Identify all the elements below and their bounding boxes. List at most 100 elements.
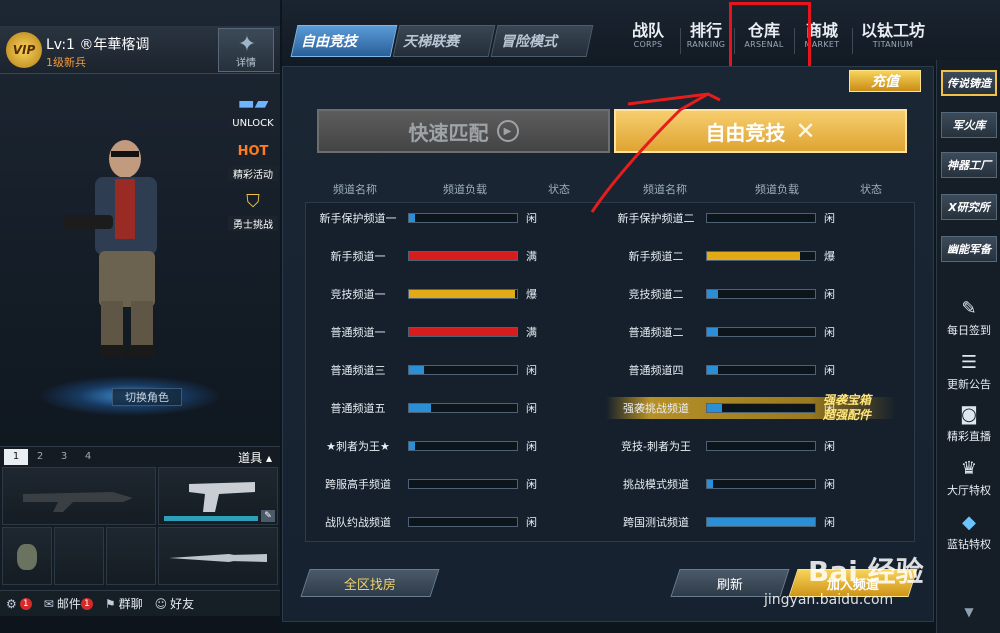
envelope-icon: ✉ [43,596,54,611]
weapon-tab-1[interactable]: 1 [4,449,28,465]
channel-row[interactable]: 普通频道三 闲 [308,359,598,381]
legend-forge-button[interactable]: 传说铸造 [941,70,997,96]
nav-corps-sub: CORPS [633,40,663,49]
chevron-down-icon[interactable]: ▼ [957,605,981,619]
channel-load-fill [707,518,815,526]
grenade-slot[interactable] [2,527,52,585]
empty-slot[interactable] [54,527,104,585]
events-promo[interactable]: HOT 精彩活动 [228,136,278,182]
channel-row[interactable]: 新手频道一 满 [308,245,598,267]
phantom-armament-button[interactable]: 幽能军备 [941,236,997,262]
tab-free-battle[interactable]: 自由竞技 [290,25,398,57]
nav-ranking[interactable]: 排行 RANKING [676,21,736,50]
left-panel: VIP Lv:1 ®年華楁调 1级新兵 ✦ 详情 切换角色 ▬▰ UNLOCK … [0,0,280,633]
unlock-promo[interactable]: ▬▰ UNLOCK [228,88,278,134]
channel-name: 竞技频道一 [330,288,386,301]
channel-name: 普通频道四 [628,364,684,377]
channel-load-bar [706,251,816,261]
switch-role-button[interactable]: 切换角色 [112,388,182,406]
weapon-panel: 1 2 3 4 道具 ▴ ✎ [0,446,280,596]
channel-status: 闲 [526,478,537,491]
channel-row[interactable]: 新手频道二 爆 [606,245,896,267]
free-battle-button[interactable]: 自由竞技 ✕ [614,109,907,153]
channel-status: 闲 [824,440,835,453]
channel-name: 新手频道一 [330,250,386,263]
player-rank: 1级新兵 [46,56,86,69]
weapon-tab-2[interactable]: 2 [28,449,52,465]
right-sidebar: 传说铸造 军火库 神器工厂 X研究所 幽能军备 ✎ 每日签到 ☰ 更新公告 ◙ 精彩直… [936,60,1000,633]
armory-button[interactable]: 军火库 [941,112,997,138]
channel-name: 新手保护频道二 [617,212,695,225]
col-header-load: 频道负载 [755,183,799,196]
settings-button[interactable]: ⚙ 1 [6,597,32,611]
unlock-label: UNLOCK [228,118,278,129]
channel-row[interactable]: 新手保护频道二 闲 [606,207,896,229]
col-header-status: 状态 [548,183,570,196]
calendar-edit-icon: ✎ [961,298,977,319]
weapon-tabs: 1 2 3 4 [4,449,100,465]
channel-load-bar [706,479,816,489]
channel-row[interactable]: ★刺者为王★ 闲 [308,435,598,457]
zone-find-room-button[interactable]: 全区找房 [300,569,440,597]
melee-weapon-slot[interactable] [158,527,278,585]
channel-row[interactable]: 战队约战频道 闲 [308,511,598,533]
channel-status: 闲 [526,402,537,415]
weapon-tab-4[interactable]: 4 [76,449,100,465]
daily-checkin-label: 每日签到 [947,324,991,337]
diamond-icon: ◆ [962,512,976,533]
channel-row[interactable]: 跨服高手频道 闲 [308,473,598,495]
watermark-url: jingyan.baidu.com [764,592,894,608]
friends-button[interactable]: ☺ 好友 [155,595,195,612]
channel-row[interactable]: 普通频道一 满 [308,321,598,343]
artifact-factory-button[interactable]: 神器工厂 [941,152,997,178]
channel-load-bar [408,213,518,223]
channel-row[interactable]: 竞技频道一 爆 [308,283,598,305]
friends-label: 好友 [170,597,195,611]
secondary-weapon-slot[interactable]: ✎ [158,467,278,525]
nav-ranking-label: 排行 [689,21,722,40]
channel-row[interactable]: 挑战模式频道 闲 [606,473,896,495]
channel-name: 战队约战频道 [325,516,391,529]
mail-button[interactable]: ✉ 邮件 1 [44,595,93,612]
warrior-challenge-promo[interactable]: ⛉ 勇士挑战 [228,186,278,232]
channel-row[interactable]: 竞技-刺者为王 闲 [606,435,896,457]
channel-load-bar [706,327,816,337]
nav-corps[interactable]: 战队 CORPS [618,22,678,50]
x-institute-button[interactable]: X研究所 [941,194,997,220]
empty-slot[interactable] [106,527,156,585]
channel-load-fill [409,290,515,298]
lobby-privilege-button[interactable]: ♛ 大厅特权 [939,456,999,506]
channel-name: 竞技频道二 [628,288,684,301]
channel-load-bar [408,365,518,375]
grenade-icon [17,544,37,570]
weapon-durability-bar [164,516,258,521]
channel-status: 闲 [824,364,835,377]
wrench-icon[interactable]: ✎ [261,510,275,522]
update-notice-label: 更新公告 [947,378,991,391]
channel-row[interactable]: 普通频道五 闲 [308,397,598,419]
primary-weapon-slot[interactable] [2,467,156,525]
group-chat-button[interactable]: ⚑ 群聊 [105,595,143,612]
channel-row[interactable]: 新手保护频道一 闲 [308,207,598,229]
channel-row[interactable]: 普通频道二 闲 [606,321,896,343]
tab-ladder-league[interactable]: 天梯联赛 [392,25,496,57]
update-notice-button[interactable]: ☰ 更新公告 [939,350,999,400]
zone-find-room-label: 全区找房 [343,577,396,593]
detail-button[interactable]: ✦ 详情 [218,28,274,72]
channel-status: 闲 [526,440,537,453]
channel-name: 跨国测试频道 [623,516,689,529]
live-stream-button[interactable]: ◙ 精彩直播 [939,402,999,452]
props-button[interactable]: 道具 ▴ [238,449,272,466]
channel-row[interactable]: 跨国测试频道 闲 [606,511,896,533]
quick-match-button[interactable]: 快速匹配 ▶ [317,109,610,153]
nav-titanium[interactable]: 以钛工坊 TITANIUM [852,22,934,50]
props-label: 道具 [238,451,263,465]
tab-adventure-mode[interactable]: 冒险模式 [490,25,594,57]
recharge-button[interactable]: 充值 [849,70,921,92]
weapon-tab-3[interactable]: 3 [52,449,76,465]
nav-ranking-sub: RANKING [686,40,726,49]
daily-checkin-button[interactable]: ✎ 每日签到 [939,296,999,346]
channel-list: 新手保护频道一闲新手频道一满竞技频道一爆普通频道一满普通频道三闲普通频道五闲 ★刺… [305,202,915,542]
channel-row[interactable]: 普通频道四 闲 [606,359,896,381]
channel-row[interactable]: 竞技频道二 闲 [606,283,896,305]
